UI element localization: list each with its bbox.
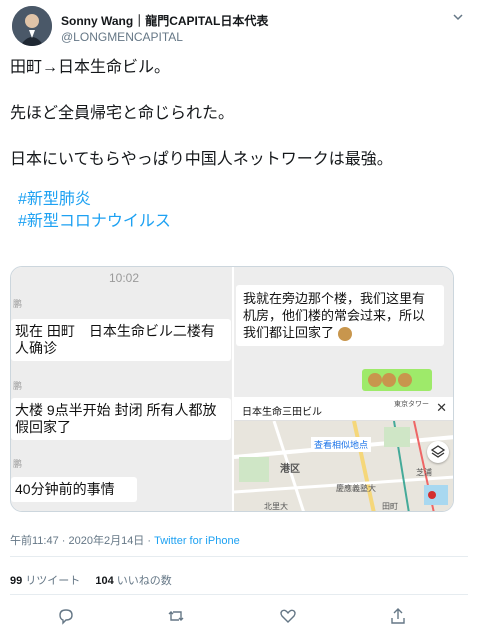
share-icon[interactable]	[388, 606, 408, 626]
map-title: 日本生命三田ビル	[242, 407, 322, 418]
like-icon[interactable]	[278, 606, 298, 626]
like-label: いいねの数	[116, 575, 172, 587]
chat-message: 现在 田町 日本生命ビル二楼有人确诊	[11, 319, 231, 361]
tweet-time[interactable]: 午前11:47 · 2020年2月14日 ·	[10, 535, 154, 547]
retweet-stat[interactable]: 99 リツイート	[10, 575, 80, 587]
chat-sender: 鹏	[13, 459, 23, 469]
divider	[10, 594, 468, 595]
map-label: 芝浦	[416, 468, 432, 477]
map-label: 慶應義塾大	[336, 484, 376, 493]
layers-icon[interactable]	[427, 441, 449, 463]
like-stat[interactable]: 104 いいねの数	[95, 575, 171, 587]
like-count: 104	[95, 575, 114, 587]
divider	[10, 556, 468, 557]
chat-screenshot-right[interactable]: 我就在旁边那个楼，我们这里有机房，他们楼的常会过来，所以我们都让回家了 日本生命…	[234, 267, 453, 511]
tweet-stats: 99 リツイート 104 いいねの数	[10, 572, 172, 588]
user-handle[interactable]: @LONGMENCAPITAL	[61, 30, 183, 44]
retweet-count: 99	[10, 575, 23, 587]
tweet-line-3: 日本にいてもらやっぱり中国人ネットワークは最強。	[10, 151, 393, 168]
tweet-timestamp: 午前11:47 · 2020年2月14日 · Twitter for iPhon…	[10, 532, 240, 548]
tweet-line-1: 田町→日本生命ビル。	[10, 59, 171, 76]
retweet-icon[interactable]	[166, 606, 186, 626]
map-card[interactable]: 日本生命三田ビル ✕ 查看相似地点 港区 慶應義塾大 北里大 田町 芝浦 東京タ…	[234, 397, 453, 511]
tweet-media[interactable]: 10:02 鹏 现在 田町 日本生命ビル二楼有人确诊 鹏 大楼 9点半开始 封闭…	[10, 266, 454, 512]
hashtag-link[interactable]: #新型コロナウイルス	[18, 213, 171, 230]
map-label: 東京タワー	[394, 401, 429, 408]
map-label: 港区	[280, 464, 300, 475]
tweet-actions	[0, 606, 480, 630]
tweet-source-link[interactable]: Twitter for iPhone	[154, 535, 240, 547]
chat-message: 我就在旁边那个楼，我们这里有机房，他们楼的常会过来，所以我们都让回家了	[236, 285, 444, 346]
chat-screenshot-left[interactable]: 10:02 鹏 现在 田町 日本生命ビル二楼有人确诊 鹏 大楼 9点半开始 封闭…	[11, 267, 232, 511]
tweet-line-2: 先ほど全員帰宅と命じられた。	[10, 105, 235, 122]
reply-icon[interactable]	[56, 606, 76, 626]
hashtag-link[interactable]: #新型肺炎	[18, 191, 91, 208]
map-similar-link[interactable]: 查看相似地点	[311, 437, 372, 452]
chat-message-text: 我就在旁边那个楼，我们这里有机房，他们楼的常会过来，所以我们都让回家了	[243, 291, 426, 340]
close-icon[interactable]: ✕	[436, 400, 447, 416]
tweet-header: Sonny Wang｜龍門CAPITAL日本代表 @LONGMENCAPITAL	[12, 6, 468, 46]
monkey-emoji-icon	[382, 373, 396, 387]
retweet-label: リツイート	[25, 575, 81, 587]
emoji-icon	[337, 326, 352, 341]
profile-photo-icon	[12, 6, 52, 46]
avatar[interactable]	[12, 6, 52, 46]
monkey-emoji-icon	[368, 373, 382, 387]
chat-sender: 鹏	[13, 381, 23, 391]
map-label: 北里大	[264, 502, 288, 511]
chat-message: 40分钟前的事情	[11, 477, 137, 502]
chat-sender: 鹏	[13, 299, 23, 309]
chat-time: 10:02	[109, 271, 140, 285]
monkey-emoji-icon	[398, 373, 412, 387]
map-label: 田町	[382, 502, 398, 511]
emoji-bubble	[362, 369, 432, 391]
chevron-down-icon[interactable]	[452, 11, 464, 23]
chat-message: 大楼 9点半开始 封闭 所有人都放假回家了	[11, 398, 231, 440]
tweet-text: 田町→日本生命ビル。 先ほど全員帰宅と命じられた。 日本にいてもらやっぱり中国人…	[10, 58, 470, 232]
user-name[interactable]: Sonny Wang｜龍門CAPITAL日本代表	[61, 12, 268, 29]
